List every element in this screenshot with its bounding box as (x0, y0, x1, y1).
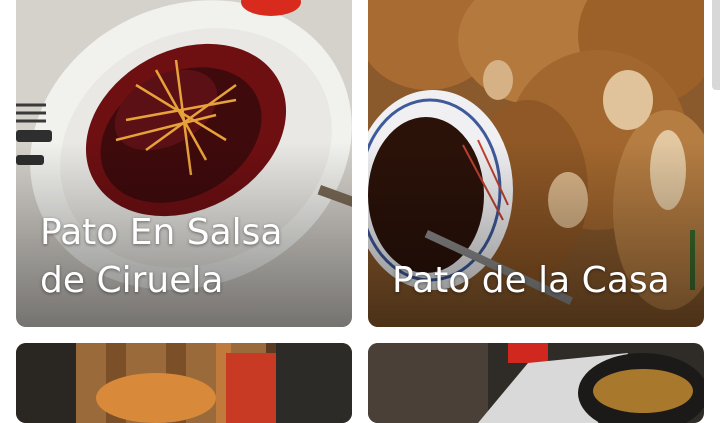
dish-card-3[interactable] (16, 343, 352, 423)
page-scrollbar[interactable] (712, 0, 720, 90)
restaurant-interior-photo (16, 343, 352, 423)
dish-card-title: Pato de la Casa (392, 260, 670, 301)
spice-bowl-photo (368, 343, 704, 423)
dish-card-title: Pato En Salsa de Ciruela (40, 212, 283, 301)
dish-card-pato-de-la-casa[interactable]: Pato de la Casa (368, 0, 704, 327)
dish-card-4[interactable] (368, 343, 704, 423)
dish-card-pato-en-salsa-de-ciruela[interactable]: Pato En Salsa de Ciruela (16, 0, 352, 327)
